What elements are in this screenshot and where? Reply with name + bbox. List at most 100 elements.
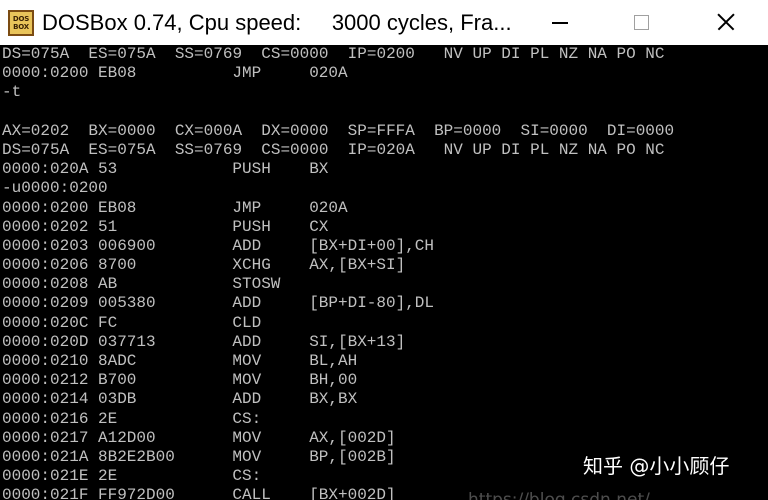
zhihu-watermark: 知乎 @小小顾仔: [583, 454, 730, 478]
instruction-mnemonic: ADD: [232, 236, 262, 255]
instruction-bytes: 8ADC: [98, 352, 137, 370]
dosbox-screen[interactable]: DS=075A ES=075A SS=0769 CS=0000 IP=0200 …: [0, 45, 768, 500]
icon-text-box: BOX: [13, 23, 29, 31]
instruction-mnemonic: MOV: [232, 447, 262, 466]
instruction-bytes: 037713: [98, 332, 156, 351]
instruction-line: 0000:0210 8ADC MOV BL,AH: [0, 352, 768, 371]
instruction-mnemonic: PUSH: [232, 160, 271, 179]
instruction-mnemonic: MOV: [232, 428, 262, 447]
instruction-line: 0000:0200 EB08 JMP 020A: [0, 199, 768, 218]
instruction-operands: AX,[002D]: [309, 428, 396, 447]
instruction-bytes: B700: [98, 371, 137, 390]
instruction-address: 0000:0214: [2, 390, 89, 409]
instruction-line: 0000:020A 53 PUSH BX: [0, 160, 768, 179]
dosbox-icon[interactable]: DOS BOX: [8, 10, 34, 36]
instruction-address: 0000:0200: [2, 198, 89, 217]
instruction-mnemonic: CLD: [232, 313, 262, 332]
instruction-mnemonic: JMP: [232, 64, 262, 83]
instruction-bytes: 8700: [98, 256, 137, 275]
instruction-bytes: 8B2E2B00: [98, 447, 175, 466]
instruction-address: 0000:0212: [2, 371, 89, 390]
instruction-mnemonic: PUSH: [232, 217, 271, 236]
instruction-bytes: 53: [98, 160, 118, 179]
instruction-bytes: FC: [98, 313, 118, 332]
instruction-operands: AX,[BX+SI]: [309, 256, 406, 275]
instruction-line: 0000:0209 005380 ADD [BP+DI-80],DL: [0, 294, 768, 313]
instruction-bytes: EB08: [98, 64, 137, 83]
instruction-operands: 020A: [309, 198, 348, 217]
instruction-mnemonic: JMP: [232, 198, 262, 217]
title-bar[interactable]: DOS BOX DOSBox 0.74, Cpu speed: 3000 cyc…: [0, 0, 768, 45]
instruction-address: 0000:0208: [2, 275, 89, 294]
instruction-mnemonic: CS:: [232, 467, 262, 486]
instruction-address: 0000:0210: [2, 352, 89, 370]
instruction-operands: BX: [309, 160, 329, 179]
instruction-bytes: 51: [98, 217, 118, 236]
command-line: -u0000:0200: [2, 179, 108, 198]
register-line: DS=075A ES=075A SS=0769 CS=0000 IP=0200 …: [2, 45, 665, 63]
instruction-address: 0000:020C: [2, 313, 89, 332]
instruction-mnemonic: ADD: [232, 332, 262, 351]
command-line: -t: [2, 83, 22, 102]
window-title: DOSBox 0.74, Cpu speed: 3000 cycles, Fra…: [42, 10, 512, 35]
minimize-icon: [552, 22, 568, 24]
instruction-bytes: EB08: [98, 198, 137, 217]
instruction-address: 0000:021A: [2, 447, 89, 466]
instruction-address: 0000:0209: [2, 294, 89, 313]
instruction-line: 0000:0202 51 PUSH CX: [0, 218, 768, 237]
close-icon: [718, 14, 734, 30]
instruction-operands: BL,AH: [309, 352, 358, 370]
instruction-operands: [BX+DI+00],CH: [309, 236, 435, 255]
instruction-line: 0000:020C FC CLD: [0, 314, 768, 333]
icon-text-dos: DOS: [12, 15, 30, 23]
instruction-operands: [BP+DI-80],DL: [309, 294, 435, 313]
instruction-address: 0000:021F: [2, 486, 89, 500]
instruction-bytes: 03DB: [98, 390, 137, 409]
instruction-line: 0000:020D 037713 ADD SI,[BX+13]: [0, 333, 768, 352]
instruction-operands: BP,[002B]: [309, 447, 396, 466]
instruction-line: 0000:0200 EB08 JMP 020A: [0, 64, 768, 83]
instruction-bytes: 2E: [98, 467, 118, 486]
instruction-mnemonic: MOV: [232, 352, 262, 370]
instruction-line: 0000:0206 8700 XCHG AX,[BX+SI]: [0, 256, 768, 275]
instruction-bytes: AB: [98, 275, 118, 294]
instruction-operands: BH,00: [309, 371, 358, 390]
instruction-mnemonic: MOV: [232, 371, 262, 390]
instruction-operands: CX: [309, 217, 329, 236]
instruction-address: 0000:0202: [2, 217, 89, 236]
instruction-mnemonic: CS:: [232, 409, 262, 428]
minimize-button[interactable]: [516, 0, 600, 45]
instruction-operands: SI,[BX+13]: [309, 332, 406, 351]
maximize-button[interactable]: [600, 0, 684, 45]
register-line: AX=0202 BX=0000 CX=000A DX=0000 SP=FFFA …: [2, 121, 675, 140]
instruction-line: 0000:0214 03DB ADD BX,BX: [0, 390, 768, 409]
close-button[interactable]: [684, 0, 768, 45]
instruction-address: 0000:0203: [2, 236, 89, 255]
instruction-address: 0000:021E: [2, 467, 89, 486]
register-line: DS=075A ES=075A SS=0769 CS=0000 IP=020A …: [2, 140, 665, 159]
instruction-address: 0000:0216: [2, 409, 89, 428]
instruction-bytes: A12D00: [98, 428, 156, 447]
instruction-bytes: 005380: [98, 294, 156, 313]
instruction-line: 0000:0203 006900 ADD [BX+DI+00],CH: [0, 237, 768, 256]
instruction-address: 0000:020A: [2, 160, 89, 179]
instruction-line: 0000:0208 AB STOSW: [0, 275, 768, 294]
instruction-mnemonic: XCHG: [232, 256, 271, 275]
instruction-mnemonic: STOSW: [232, 275, 281, 294]
instruction-mnemonic: ADD: [232, 390, 262, 409]
csdn-watermark: https://blog.csdn.net/: [468, 490, 650, 500]
instruction-bytes: FF972D00: [98, 486, 175, 500]
instruction-mnemonic: CALL: [232, 486, 271, 500]
instruction-line: 0000:0216 2E CS:: [0, 410, 768, 429]
instruction-bytes: 006900: [98, 236, 156, 255]
instruction-address: 0000:020D: [2, 332, 89, 351]
instruction-address: 0000:0206: [2, 256, 89, 275]
instruction-operands: [BX+002D]: [309, 486, 396, 500]
maximize-icon: [634, 15, 649, 30]
instruction-operands: 020A: [309, 64, 348, 83]
instruction-bytes: 2E: [98, 409, 118, 428]
instruction-line: 0000:021F FF972D00 CALL [BX+002D]: [0, 486, 768, 499]
instruction-address: 0000:0217: [2, 428, 89, 447]
instruction-operands: BX,BX: [309, 390, 358, 409]
